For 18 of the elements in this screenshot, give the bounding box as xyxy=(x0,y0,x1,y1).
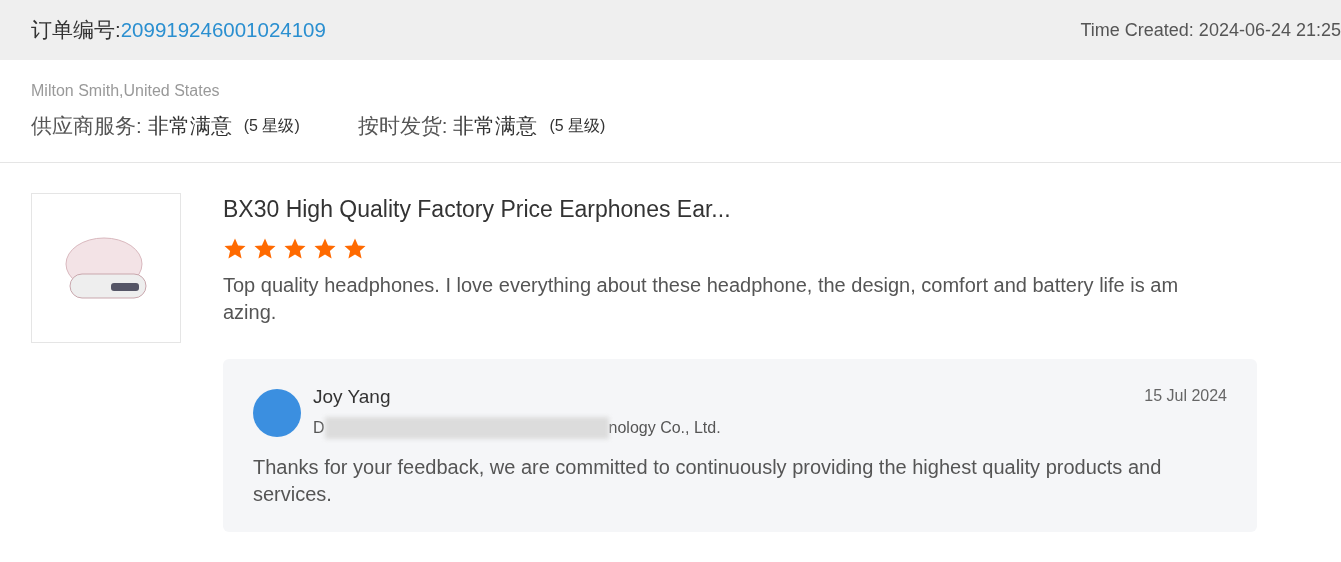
product-title[interactable]: BX30 High Quality Factory Price Earphones Ear... xyxy=(223,191,1257,227)
time-created: Time Created: 2024-06-24 21:25 xyxy=(1080,18,1341,42)
rating-stars-text: (5 星级) xyxy=(243,116,300,137)
product-thumbnail[interactable] xyxy=(31,192,181,343)
company-name-end: nology Co., Ltd. xyxy=(608,417,721,438)
company-name-start: D xyxy=(313,417,325,438)
replier-name: Joy Yang xyxy=(313,385,391,410)
rating-stars-text: (5 星级) xyxy=(549,116,606,137)
review-text: Top quality headphones. I love everything about these headphone, the design, comfort and battery life is amazing. xyxy=(223,273,1180,326)
reply-text: Thanks for your feedback, we are committed to continuously providing the highest quality products and services. xyxy=(253,454,1163,507)
rating-label: 供应商服务: xyxy=(31,113,142,139)
order-label: 订单编号: xyxy=(31,16,121,43)
rating-value: 非常满意 xyxy=(147,113,232,139)
reply-date: 15 Jul 2024 xyxy=(1144,386,1227,407)
rating-value: 非常满意 xyxy=(453,113,538,139)
buyer-name: Milton Smith,United States xyxy=(31,81,221,101)
avatar-placeholder xyxy=(253,389,301,438)
rating-label: 按时发货: xyxy=(357,113,448,139)
